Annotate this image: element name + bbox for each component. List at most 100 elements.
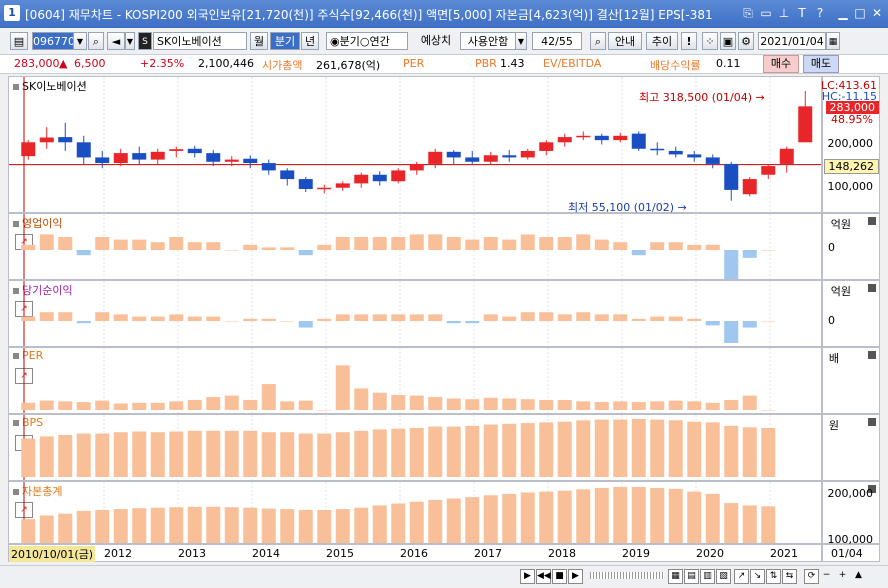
operating-profit-panel[interactable]: 영업이익 ↗ [8,213,822,280]
estimate-select[interactable]: 사용안함 [460,32,516,50]
search-icon[interactable]: ⌕ [88,32,104,50]
bar [594,419,609,477]
layout-1-icon[interactable]: ▦ [668,569,683,584]
candle-body [483,155,498,162]
panel-close-icon[interactable] [868,351,876,359]
window-icon[interactable]: ▭ [759,6,773,20]
bar [631,487,646,543]
settings-icon[interactable]: ⚙ [738,32,754,50]
alert-button[interactable]: ! [681,32,697,50]
year-tick: 2015 [326,547,354,560]
stop-icon[interactable]: ■ [552,569,567,584]
net-income-chart[interactable] [9,281,821,346]
operating-profit-chart[interactable] [9,214,821,279]
candle-body [631,133,646,149]
ref-price-tag: 148,262 [823,159,879,174]
refresh-icon[interactable]: ⟳ [804,569,819,584]
per-panel[interactable]: PER ↗ [8,347,822,414]
date-field[interactable]: 2021/01/04 [758,32,826,50]
panel-close-icon[interactable] [868,217,876,225]
bar [650,487,665,543]
bar [95,510,110,543]
code-dropdown-icon[interactable]: ▼ [73,32,87,50]
bar [298,433,313,477]
chart-mode-2-icon[interactable]: ↘ [750,569,765,584]
equity-chart[interactable] [9,482,821,543]
guide-button[interactable]: 안내 [608,32,642,50]
candle-body [169,149,184,151]
forward-icon[interactable]: ▶ [568,569,583,584]
bar [224,395,239,410]
radio-quarter-label[interactable]: 분기 [340,35,360,48]
panel-close-icon[interactable] [868,284,876,292]
mcap-label: 시가총액 [262,59,303,72]
save-icon[interactable]: ▣ [720,32,736,50]
buy-button[interactable]: 매수 [763,55,799,73]
chart-mode-4-icon[interactable]: ⇆ [782,569,797,584]
rewind-icon[interactable]: ◀◀ [536,569,551,584]
scroll-bar[interactable]: ▶ ◀◀ ■ ▶ ▦ ▤ ▥ ▧ ↗ ↘ ⇅ ⇆ ⟳ − + ▲ [0,565,888,586]
bar [687,318,702,321]
bar [58,237,73,250]
candle-body [798,106,813,143]
panel-close-icon[interactable] [868,418,876,426]
panel-toggle-icon[interactable]: ▤ [10,32,28,50]
chart-mode-1-icon[interactable]: ↗ [734,569,749,584]
bar [446,498,461,543]
close-icon[interactable]: ✕ [870,6,884,20]
period-year-button[interactable]: 년 [301,32,319,50]
layout-2-icon[interactable]: ▤ [684,569,699,584]
zoom-in-icon[interactable]: + [836,569,849,582]
price-axis: LC:413.61 HC:-11.15 283,000 48.95% 200,0… [821,76,880,213]
sell-button[interactable]: 매도 [803,55,839,73]
trend-button[interactable]: 추이 [646,32,678,50]
per-chart[interactable] [9,348,821,413]
help-icon[interactable]: ? [813,6,827,20]
bar [298,510,313,543]
radio-year-label[interactable]: 연간 [369,35,389,48]
minimize-icon[interactable]: ▁ [836,6,850,20]
link-icon[interactable]: ⎘ [741,6,755,20]
equity-panel[interactable]: 자본총계 ↗ [8,481,822,544]
grid-icon[interactable]: ⁘ [702,32,718,50]
net-income-panel[interactable]: 당기순이익 ↗ [8,280,822,347]
bar [761,506,776,543]
layout-4-icon[interactable]: ▧ [716,569,731,584]
scroll-up-icon[interactable]: ▲ [852,569,865,582]
stock-name-field[interactable]: SK이노베이션 [153,32,247,50]
bar [113,239,128,250]
bps-panel[interactable]: BPS ↗ [8,414,822,481]
year-tick: 2014 [252,547,280,560]
period-quarter-button[interactable]: 분기 [270,32,300,50]
pbr-label: PBR [475,57,497,70]
maximize-icon[interactable]: □ [853,6,867,20]
bar [95,237,110,250]
stock-code-input[interactable]: 096770 [32,32,75,50]
bar [187,430,202,477]
layout-3-icon[interactable]: ▥ [700,569,715,584]
bar [243,430,258,477]
zoom-icon[interactable]: ⌕ [590,32,606,50]
estimate-dropdown-icon[interactable]: ▼ [515,32,527,50]
bps-chart[interactable] [9,415,821,480]
up-arrow-icon: ▲ [59,57,68,70]
speed-slider[interactable] [590,572,664,579]
bar [76,433,91,477]
radio-quarter-icon[interactable]: ◉ [330,35,340,48]
pin-icon[interactable]: ⊥ [777,6,791,20]
zoom-out-icon[interactable]: − [820,569,833,582]
bar [354,237,369,250]
bar [317,410,332,411]
bar [446,426,461,477]
bar [428,314,443,321]
sound-icon[interactable]: ◄ [107,32,125,50]
font-icon[interactable]: T [795,6,809,20]
bar [483,495,498,543]
play-icon[interactable]: ▶ [520,569,535,584]
period-month-button[interactable]: 월 [250,32,268,50]
calendar-icon[interactable]: ▦ [826,32,840,50]
chart-mode-3-icon[interactable]: ⇅ [766,569,781,584]
price-panel[interactable]: SK이노베이션 최저 55,100 (01/02) → 최고 318,500 (… [8,76,822,214]
per-unit: 배 [828,352,839,365]
sound-dropdown-icon[interactable]: ▼ [125,32,135,50]
